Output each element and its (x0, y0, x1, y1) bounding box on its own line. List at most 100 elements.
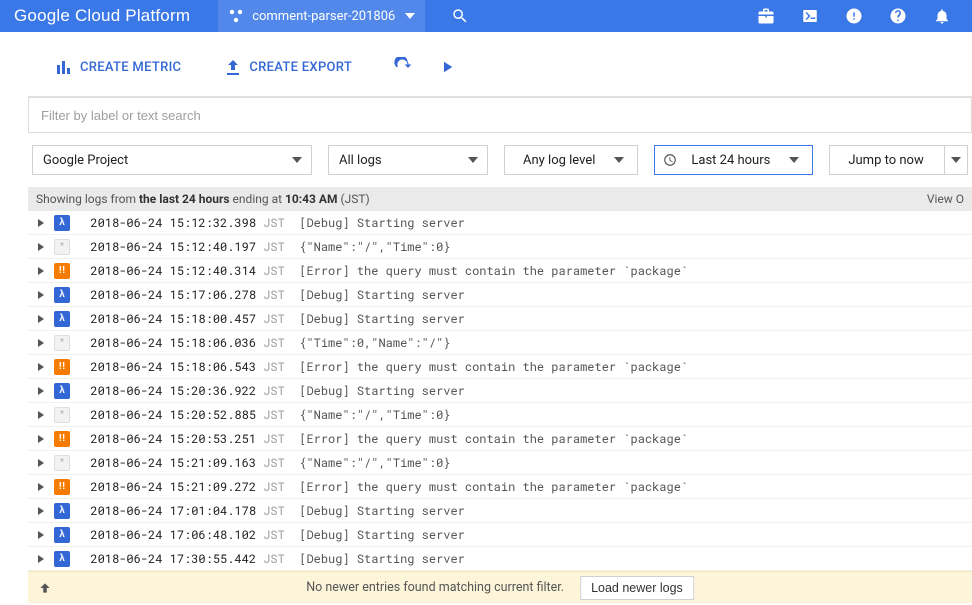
log-row[interactable]: λ 2018-06-24 15:20:36.922 JST [Debug] St… (28, 379, 972, 403)
resource-selector[interactable]: Google Project (32, 145, 312, 175)
log-message: Starting server (357, 551, 465, 567)
log-timestamp: 2018-06-24 15:21:09.163 (76, 455, 263, 471)
create-metric-button[interactable]: CREATE METRIC (46, 53, 191, 81)
cloud-shell-icon[interactable] (792, 0, 828, 32)
log-tag: [Error] (299, 479, 357, 495)
platform-logo: Google Cloud Platform (14, 6, 190, 26)
create-export-label: CREATE EXPORT (249, 60, 352, 75)
log-timezone: JST (263, 503, 299, 519)
expand-icon[interactable] (34, 432, 48, 446)
log-list: λ 2018-06-24 15:12:32.398 JST [Debug] St… (28, 211, 972, 571)
log-tag: [Debug] (299, 287, 357, 303)
load-newer-logs-button[interactable]: Load newer logs (580, 576, 694, 600)
caret-down-icon (780, 157, 808, 163)
caret-down-icon (459, 157, 487, 163)
project-icon (228, 8, 244, 24)
log-timezone: JST (263, 479, 299, 495)
jump-dropdown-toggle[interactable] (944, 145, 968, 175)
gcp-topbar: Google Cloud Platform comment-parser-201… (0, 0, 972, 32)
log-row[interactable]: !! 2018-06-24 15:20:53.251 JST [Error] t… (28, 427, 972, 451)
expand-icon[interactable] (34, 216, 48, 230)
log-name-selector[interactable]: All logs (328, 145, 488, 175)
log-timestamp: 2018-06-24 15:18:06.543 (76, 359, 263, 375)
expand-icon[interactable] (34, 384, 48, 398)
log-row[interactable]: λ 2018-06-24 17:06:48.102 JST [Debug] St… (28, 523, 972, 547)
log-timestamp: 2018-06-24 15:20:53.251 (76, 431, 263, 447)
log-tag: [Debug] (299, 503, 357, 519)
log-row[interactable]: λ 2018-06-24 15:17:06.278 JST [Debug] St… (28, 283, 972, 307)
expand-icon[interactable] (34, 264, 48, 278)
expand-icon[interactable] (34, 408, 48, 422)
log-row[interactable]: * 2018-06-24 15:18:06.036 JST {"Time":0,… (28, 331, 972, 355)
view-options-link[interactable]: View O (927, 192, 964, 206)
log-row[interactable]: λ 2018-06-24 17:30:55.442 JST [Debug] St… (28, 547, 972, 571)
free-trial-icon[interactable] (748, 0, 784, 32)
help-icon[interactable] (880, 0, 916, 32)
log-row[interactable]: * 2018-06-24 15:20:52.885 JST {"Name":"/… (28, 403, 972, 427)
search-button[interactable] (445, 1, 475, 31)
log-row[interactable]: * 2018-06-24 15:12:40.197 JST {"Name":"/… (28, 235, 972, 259)
expand-icon[interactable] (34, 552, 48, 566)
log-row[interactable]: λ 2018-06-24 17:01:04.178 JST [Debug] St… (28, 499, 972, 523)
expand-icon[interactable] (34, 240, 48, 254)
expand-icon[interactable] (34, 360, 48, 374)
log-status-bar: Showing logs from the last 24 hours endi… (28, 187, 972, 211)
jump-to-now-button[interactable]: Jump to now (829, 145, 943, 175)
severity-icon: !! (54, 359, 70, 375)
severity-icon: * (54, 239, 70, 255)
log-timestamp: 2018-06-24 15:17:06.278 (76, 287, 263, 303)
newer-entries-banner: No newer entries found matching current … (28, 571, 972, 603)
log-timezone: JST (263, 359, 299, 375)
log-row[interactable]: !! 2018-06-24 15:12:40.314 JST [Error] t… (28, 259, 972, 283)
expand-icon[interactable] (34, 312, 48, 326)
severity-icon: λ (54, 383, 70, 399)
log-timestamp: 2018-06-24 15:12:32.398 (76, 215, 263, 231)
log-tag: [Debug] (299, 383, 357, 399)
expand-icon[interactable] (34, 528, 48, 542)
log-timestamp: 2018-06-24 15:18:00.457 (76, 311, 263, 327)
log-message: {"Name":"/","Time":0} (299, 239, 450, 255)
log-tag: [Debug] (299, 311, 357, 327)
log-message: Starting server (357, 287, 465, 303)
log-row[interactable]: λ 2018-06-24 15:12:32.398 JST [Debug] St… (28, 211, 972, 235)
time-range-selector[interactable]: Last 24 hours (654, 145, 813, 175)
scroll-up-icon[interactable] (38, 581, 52, 595)
log-message: {"Time":0,"Name":"/"} (299, 335, 450, 351)
clock-icon (663, 153, 677, 167)
refresh-button[interactable] (386, 50, 420, 84)
notifications-icon[interactable] (924, 0, 960, 32)
log-message: Starting server (357, 527, 465, 543)
log-message: {"Name":"/","Time":0} (299, 407, 450, 423)
refresh-icon (393, 57, 413, 77)
log-tag: [Debug] (299, 551, 357, 567)
log-row[interactable]: λ 2018-06-24 15:18:00.457 JST [Debug] St… (28, 307, 972, 331)
log-row[interactable]: !! 2018-06-24 15:18:06.543 JST [Error] t… (28, 355, 972, 379)
severity-selector-label: Any log level (513, 153, 605, 168)
log-row[interactable]: * 2018-06-24 15:21:09.163 JST {"Name":"/… (28, 451, 972, 475)
expand-icon[interactable] (34, 504, 48, 518)
expand-icon[interactable] (34, 288, 48, 302)
log-timezone: JST (263, 311, 299, 327)
severity-icon: λ (54, 527, 70, 543)
severity-icon: λ (54, 287, 70, 303)
severity-selector[interactable]: Any log level (504, 145, 638, 175)
caret-down-icon (283, 157, 311, 163)
log-timestamp: 2018-06-24 17:01:04.178 (76, 503, 263, 519)
resource-selector-label: Google Project (33, 153, 138, 168)
log-timezone: JST (263, 335, 299, 351)
expand-icon[interactable] (34, 456, 48, 470)
filter-input[interactable] (28, 97, 972, 133)
log-row[interactable]: !! 2018-06-24 15:21:09.272 JST [Error] t… (28, 475, 972, 499)
upload-icon (225, 59, 241, 75)
expand-icon[interactable] (34, 336, 48, 350)
play-button[interactable] (430, 50, 464, 84)
project-selector[interactable]: comment-parser-201806 (218, 0, 425, 32)
create-metric-label: CREATE METRIC (80, 60, 181, 75)
severity-icon: λ (54, 551, 70, 567)
alert-icon[interactable] (836, 0, 872, 32)
expand-icon[interactable] (34, 480, 48, 494)
create-export-button[interactable]: CREATE EXPORT (215, 53, 362, 81)
banner-message: No newer entries found matching current … (306, 580, 564, 595)
project-name: comment-parser-201806 (252, 9, 395, 24)
actions-bar: CREATE METRIC CREATE EXPORT (28, 38, 972, 96)
